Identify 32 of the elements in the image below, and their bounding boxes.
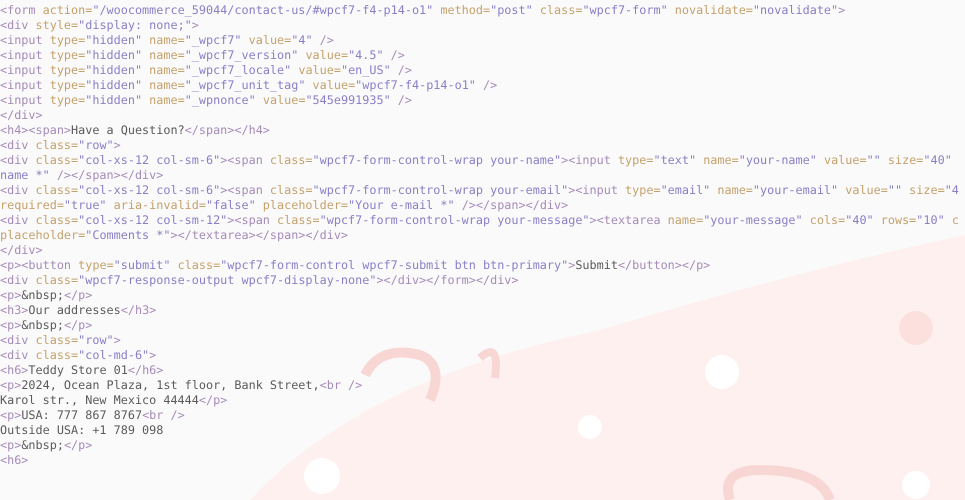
code-line: Outside USA: +1 789 098	[0, 423, 164, 438]
code-line: <div class="col-xs-12 col-sm-12"><span class="wpcf7-form-control-wrap your-message"><textarea name="your-message" cols="40" rows="10" c	[0, 213, 959, 228]
squiggle-decoration	[477, 348, 500, 378]
code-line: <div class="row">	[0, 138, 121, 153]
code-line: <h4><span>Have a Question?</span></h4>	[0, 123, 270, 138]
code-line: required="true" aria-invalid="false" placeholder="Your e-mail *" /></span></div>	[0, 198, 568, 213]
code-line: <p>USA: 777 867 8767<br />	[0, 408, 185, 423]
code-line: <div class="col-xs-12 col-sm-6"><span class="wpcf7-form-control-wrap your-email"><input type="email" name="your-email" value="" size="4	[0, 183, 959, 198]
code-line: placeholder="Comments *"></textarea></span></div>	[0, 228, 348, 243]
code-line: <h3>Our addresses</h3>	[0, 303, 156, 318]
code-line: </div>	[0, 108, 43, 123]
code-line: <input type="hidden" name="_wpnonce" value="545e991935" />	[0, 93, 412, 108]
code-line: <form action="/woocommerce_59044/contact-us/#wpcf7-f4-p14-o1" method="post" class="wpcf7-form" novalidate="novalidate">	[0, 3, 846, 18]
code-line: <div class="row">	[0, 333, 121, 348]
code-line: <p>&nbsp;</p>	[0, 438, 92, 453]
code-line: <h6>	[0, 453, 28, 468]
code-line: <div style="display: none;">	[0, 18, 199, 33]
code-line: <div class="col-xs-12 col-sm-6"><span class="wpcf7-form-control-wrap your-name"><input type="text" name="your-name" value="" size="40"	[0, 153, 952, 168]
code-line: <p>&nbsp;</p>	[0, 318, 92, 333]
code-line: <input type="hidden" name="_wpcf7" value="4" />	[0, 33, 334, 48]
code-line: <p>2024, Ocean Plaza, 1st floor, Bank Street,<br />	[0, 378, 362, 393]
code-line: <div class="wpcf7-response-output wpcf7-display-none"></div></form></div>	[0, 273, 518, 288]
code-line: </div>	[0, 243, 43, 258]
code-line: <p><button type="submit" class="wpcf7-form-control wpcf7-submit btn btn-primary">Submit</button></p>	[0, 258, 710, 273]
code-line: <h6>Teddy Store 01</h6>	[0, 363, 164, 378]
code-line: <p>&nbsp;</p>	[0, 288, 92, 303]
code-line: <input type="hidden" name="_wpcf7_version" value="4.5" />	[0, 48, 405, 63]
code-line: name *" /></span></div>	[0, 168, 164, 183]
code-line: Karol str., New Mexico 44444</p>	[0, 393, 228, 408]
code-line: <input type="hidden" name="_wpcf7_locale" value="en_US" />	[0, 63, 412, 78]
code-line: <input type="hidden" name="_wpcf7_unit_tag" value="wpcf7-f4-p14-o1" />	[0, 78, 498, 93]
code-line: <div class="col-md-6">	[0, 348, 156, 363]
